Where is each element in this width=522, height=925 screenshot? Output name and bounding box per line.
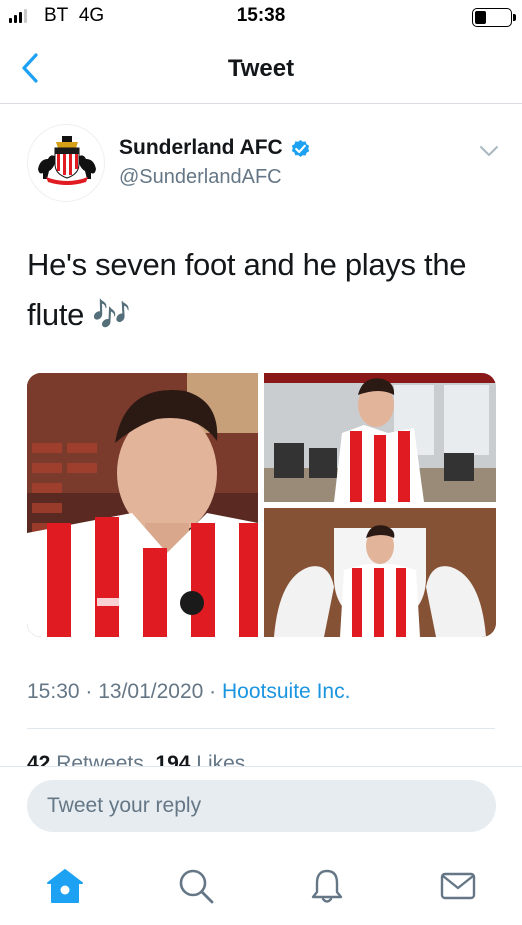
player-portrait-image [27, 373, 258, 637]
battery-icon [472, 8, 516, 27]
page-title: Tweet [227, 55, 295, 82]
player-crest-image [264, 508, 496, 637]
chevron-down-icon [480, 146, 498, 156]
author-handle[interactable]: @SunderlandAFC [119, 166, 282, 189]
divider [27, 728, 495, 729]
status-time: 15:38 [236, 5, 286, 26]
tweet-media-grid [27, 373, 496, 637]
reply-input[interactable]: Tweet your reply [27, 780, 496, 832]
like-count: 194 [155, 752, 191, 767]
author-name: Sunderland AFC [119, 136, 283, 159]
tab-search[interactable] [176, 866, 216, 906]
bottom-tab-bar [0, 846, 522, 925]
media-image-player-portrait[interactable] [27, 373, 258, 637]
tab-home[interactable] [45, 866, 85, 906]
mail-icon [440, 872, 476, 900]
verified-badge-icon [291, 139, 309, 157]
tweet-options-button[interactable] [478, 140, 500, 162]
reply-bar: Tweet your reply [0, 766, 522, 846]
engagement-counts[interactable]: 42 Retweets 194 Likes [27, 752, 245, 767]
media-image-player-gym[interactable] [264, 373, 496, 502]
tweet-timestamp: 15:30 · 13/01/2020 · Hootsuite Inc. [27, 680, 351, 703]
bell-icon [311, 869, 343, 903]
tweet-text: He's seven foot and he plays the flute 🎶 [27, 247, 467, 332]
tweet-source-link[interactable]: Hootsuite Inc. [222, 680, 350, 703]
club-crest-icon [38, 136, 96, 185]
player-gym-image [264, 373, 496, 502]
tab-notifications[interactable] [307, 866, 347, 906]
home-icon [47, 869, 83, 903]
avatar[interactable] [27, 124, 105, 202]
tab-messages[interactable] [438, 866, 478, 906]
search-icon [179, 869, 214, 904]
navigation-bar: Tweet [0, 34, 522, 104]
media-image-player-crest[interactable] [264, 508, 496, 637]
status-bar: BT 4G 15:38 [0, 0, 522, 34]
retweet-count: 42 [27, 752, 51, 767]
author-display-name[interactable]: Sunderland AFC [119, 136, 312, 160]
